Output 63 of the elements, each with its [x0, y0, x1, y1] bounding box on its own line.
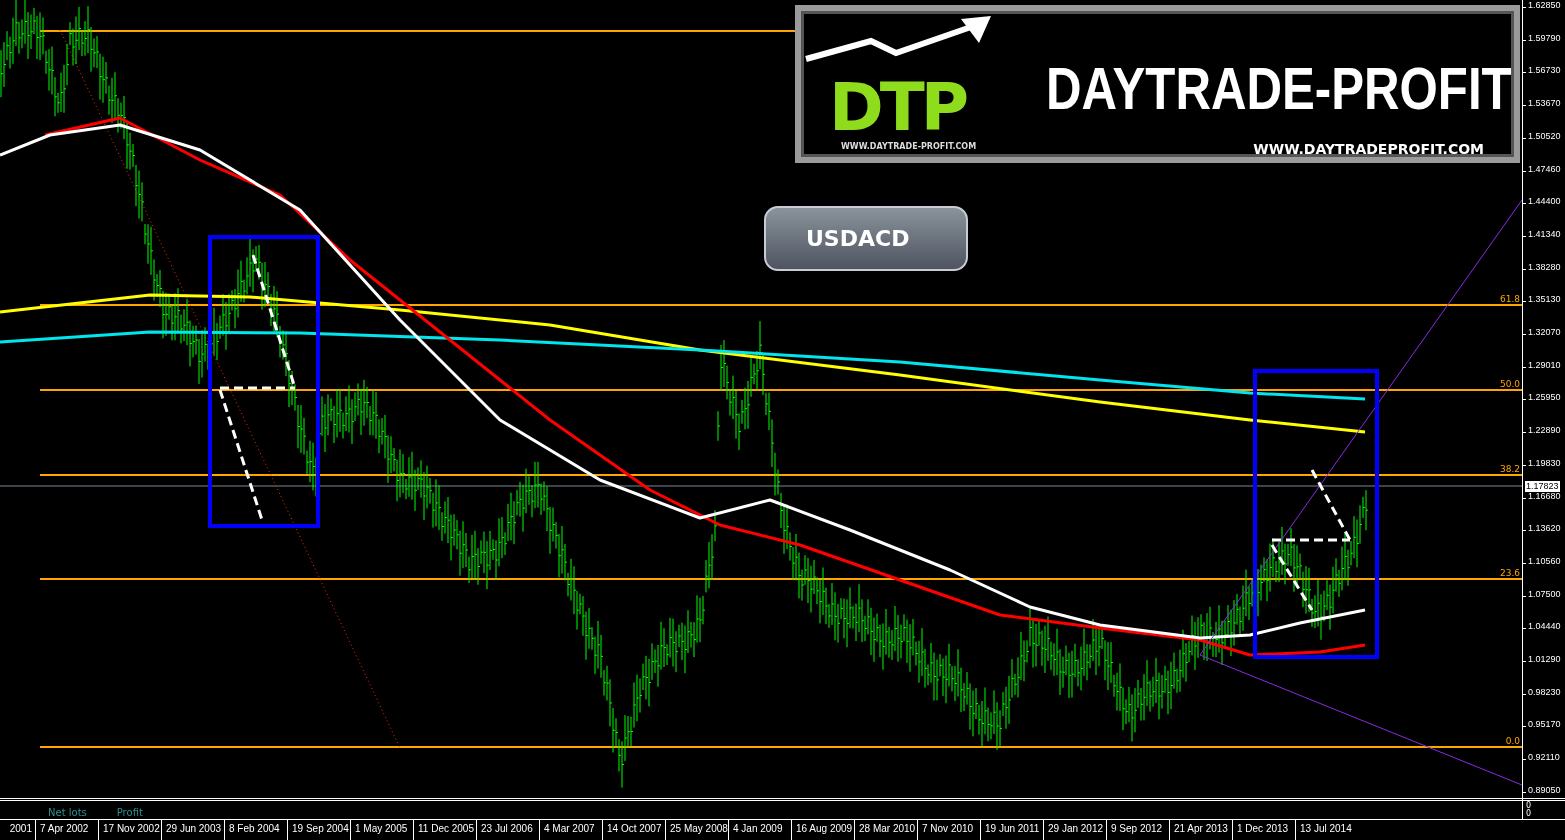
- date-label: 19 Sep 2004: [287, 820, 350, 840]
- logo-wordmark: DAYTRADE-PROFIT: [1046, 57, 1512, 121]
- price-label: 1.22890: [1523, 425, 1561, 437]
- date-label: 4 Jan 2009: [728, 820, 791, 840]
- indicator-label: Profit: [116, 807, 143, 819]
- date-label: 11 Dec 2005: [413, 820, 476, 840]
- price-label: 1.53670: [1523, 98, 1561, 110]
- price-label: 0.95170: [1523, 719, 1561, 731]
- price-label: 1.59790: [1523, 32, 1561, 44]
- date-label: 1 Dec 2013: [1232, 820, 1295, 840]
- price-label: 0.98230: [1523, 686, 1561, 698]
- date-label: 25 May 2008: [665, 820, 728, 840]
- price-label: 1.50520: [1523, 130, 1561, 142]
- fibonacci-label: 38.2: [1499, 464, 1520, 474]
- price-label: 1.13620: [1523, 523, 1561, 535]
- indicator-value: 0: [1526, 810, 1532, 818]
- price-label: 0.92110: [1523, 752, 1561, 764]
- price-label: 1.01290: [1523, 654, 1561, 666]
- date-label: 29 Jan 2012: [1043, 820, 1106, 840]
- indicator-label: Net lots: [48, 807, 87, 819]
- price-label: 1.29010: [1523, 359, 1561, 371]
- price-label: 1.56730: [1523, 65, 1561, 77]
- date-label: 23 Jul 2006: [476, 820, 539, 840]
- date-label: 1 May 2005: [350, 820, 413, 840]
- website-url: WWW.DAYTRADE-PROFIT.COM: [841, 141, 977, 153]
- price-label: 1.47460: [1523, 163, 1561, 175]
- price-label: 1.35130: [1523, 294, 1561, 306]
- price-label: 1.04440: [1523, 621, 1561, 633]
- symbol-label: USDACD: [764, 206, 968, 271]
- date-label: 28 Mar 2010: [854, 820, 917, 840]
- fibonacci-label: 0.0: [1505, 736, 1520, 746]
- website-url: WWW.DAYTRADEPROFIT.COM: [1253, 140, 1484, 159]
- indicator-value: 0: [1526, 802, 1532, 810]
- date-label: 9 Sep 2012: [1106, 820, 1169, 840]
- price-label: 1.32070: [1523, 327, 1561, 339]
- date-label: 21 Apr 2013: [1169, 820, 1232, 840]
- price-label: 1.41340: [1523, 228, 1561, 240]
- date-label: 4 Mar 2007: [539, 820, 602, 840]
- date-label: 13 Jul 2014: [1295, 820, 1358, 840]
- fibonacci-label: 50.0: [1499, 379, 1520, 389]
- date-label: 7 Apr 2002: [35, 820, 98, 840]
- price-label: 1.44400: [1523, 196, 1561, 208]
- logo-monogram: DTP: [829, 73, 966, 143]
- fibonacci-label: 23.6: [1499, 568, 1520, 578]
- price-label: 1.25950: [1523, 392, 1561, 404]
- price-label: 1.10560: [1523, 555, 1561, 567]
- date-label: 2001: [8, 822, 33, 836]
- price-label: 1.16680: [1523, 490, 1561, 502]
- current-price-label: 1.17823: [1524, 480, 1561, 493]
- date-label: 16 Aug 2009: [791, 820, 854, 840]
- date-label: 29 Jun 2003: [161, 820, 224, 840]
- fibonacci-label: 61.8: [1499, 294, 1520, 304]
- date-label: 7 Nov 2010: [917, 820, 980, 840]
- price-label: 1.07500: [1523, 588, 1561, 600]
- price-label: 0.89050: [1523, 784, 1561, 796]
- price-label: 1.19830: [1523, 457, 1561, 469]
- date-label: 14 Oct 2007: [602, 820, 665, 840]
- date-label: 8 Feb 2004: [224, 820, 287, 840]
- date-label: 19 Jun 2011: [980, 820, 1043, 840]
- dashed-line: [1270, 544, 1314, 611]
- price-label: 1.38280: [1523, 261, 1561, 273]
- date-label: 17 Nov 2002: [98, 820, 161, 840]
- price-label: 1.62850: [1523, 0, 1561, 11]
